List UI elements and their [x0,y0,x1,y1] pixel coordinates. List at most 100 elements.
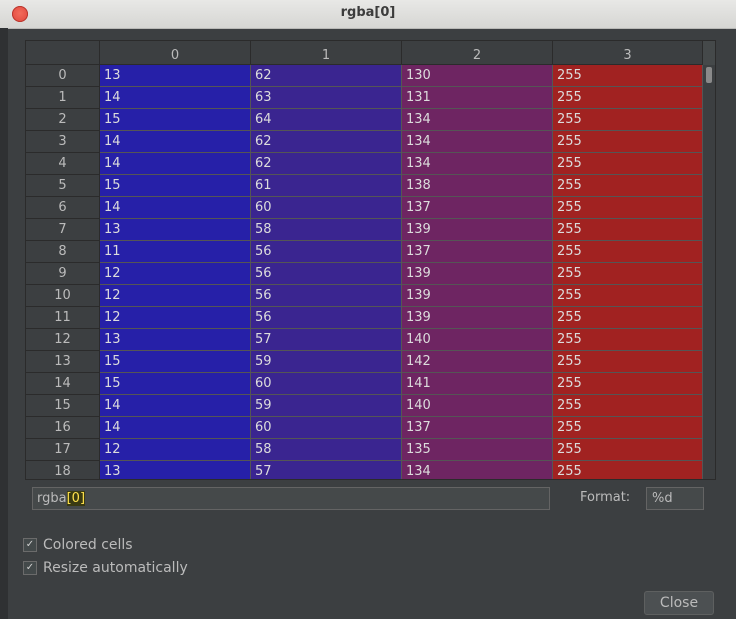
table-cell[interactable]: 15 [100,175,251,197]
table-cell[interactable]: 12 [100,285,251,307]
resize-automatically-checkbox[interactable]: ✓ [23,561,37,575]
table-cell[interactable]: 15 [100,351,251,373]
scrollbar-thumb[interactable] [706,67,712,83]
row-header[interactable]: 4 [26,153,100,175]
row-header[interactable]: 8 [26,241,100,263]
table-cell[interactable]: 255 [553,263,703,285]
row-header[interactable]: 18 [26,461,100,479]
table-cell[interactable]: 60 [251,417,402,439]
table-cell[interactable]: 255 [553,417,703,439]
table-cell[interactable]: 62 [251,153,402,175]
table-cell[interactable]: 140 [402,395,553,417]
column-header[interactable]: 3 [553,41,703,65]
table-cell[interactable]: 15 [100,109,251,131]
table-cell[interactable]: 62 [251,65,402,87]
table-cell[interactable]: 255 [553,461,703,479]
table-cell[interactable]: 14 [100,131,251,153]
resize-automatically-option[interactable]: ✓ Resize automatically [23,559,188,577]
table-cell[interactable]: 56 [251,285,402,307]
table-cell[interactable]: 13 [100,65,251,87]
table-cell[interactable]: 255 [553,65,703,87]
table-cell[interactable]: 140 [402,329,553,351]
table-cell[interactable]: 135 [402,439,553,461]
table-cell[interactable]: 141 [402,373,553,395]
table-cell[interactable]: 134 [402,153,553,175]
table-cell[interactable]: 14 [100,417,251,439]
format-input[interactable]: %d [646,487,704,510]
table-cell[interactable]: 14 [100,87,251,109]
table-cell[interactable]: 134 [402,461,553,479]
row-header[interactable]: 9 [26,263,100,285]
table-cell[interactable]: 130 [402,65,553,87]
colored-cells-option[interactable]: ✓ Colored cells [23,536,133,554]
row-header[interactable]: 16 [26,417,100,439]
row-header[interactable]: 7 [26,219,100,241]
table-cell[interactable]: 255 [553,241,703,263]
column-header[interactable]: 2 [402,41,553,65]
table-cell[interactable]: 255 [553,351,703,373]
table-cell[interactable]: 255 [553,219,703,241]
table-cell[interactable]: 255 [553,197,703,219]
table-cell[interactable]: 59 [251,395,402,417]
table-cell[interactable]: 255 [553,131,703,153]
table-cell[interactable]: 139 [402,263,553,285]
table-cell[interactable]: 57 [251,461,402,479]
table-cell[interactable]: 137 [402,197,553,219]
column-header[interactable]: 1 [251,41,402,65]
table-cell[interactable]: 60 [251,373,402,395]
row-header[interactable]: 11 [26,307,100,329]
table-cell[interactable]: 255 [553,307,703,329]
row-header[interactable]: 17 [26,439,100,461]
table-cell[interactable]: 14 [100,197,251,219]
table-cell[interactable]: 13 [100,461,251,479]
table-cell[interactable]: 12 [100,263,251,285]
table-cell[interactable]: 134 [402,109,553,131]
row-header[interactable]: 0 [26,65,100,87]
table-cell[interactable]: 139 [402,219,553,241]
column-header[interactable]: 0 [100,41,251,65]
table-cell[interactable]: 12 [100,307,251,329]
table-cell[interactable]: 255 [553,395,703,417]
table-cell[interactable]: 58 [251,219,402,241]
row-header[interactable]: 1 [26,87,100,109]
table-cell[interactable]: 255 [553,285,703,307]
table-cell[interactable]: 138 [402,175,553,197]
table-cell[interactable]: 56 [251,307,402,329]
table-cell[interactable]: 255 [553,153,703,175]
row-header[interactable]: 10 [26,285,100,307]
vertical-scrollbar[interactable] [703,65,715,479]
table-cell[interactable]: 58 [251,439,402,461]
table-cell[interactable]: 255 [553,373,703,395]
table-cell[interactable]: 255 [553,87,703,109]
table-cell[interactable]: 14 [100,153,251,175]
table-cell[interactable]: 139 [402,307,553,329]
table-cell[interactable]: 255 [553,175,703,197]
row-header[interactable]: 5 [26,175,100,197]
row-header[interactable]: 15 [26,395,100,417]
table-cell[interactable]: 14 [100,395,251,417]
table-cell[interactable]: 131 [402,87,553,109]
table-cell[interactable]: 12 [100,439,251,461]
row-header[interactable]: 3 [26,131,100,153]
table-cell[interactable]: 137 [402,241,553,263]
table-cell[interactable]: 64 [251,109,402,131]
row-header[interactable]: 12 [26,329,100,351]
table-cell[interactable]: 56 [251,241,402,263]
table-cell[interactable]: 11 [100,241,251,263]
row-header[interactable]: 6 [26,197,100,219]
table-cell[interactable]: 142 [402,351,553,373]
row-header[interactable]: 2 [26,109,100,131]
table-cell[interactable]: 255 [553,329,703,351]
table-cell[interactable]: 59 [251,351,402,373]
table-cell[interactable]: 62 [251,131,402,153]
table-cell[interactable]: 60 [251,197,402,219]
table-cell[interactable]: 63 [251,87,402,109]
row-header[interactable]: 14 [26,373,100,395]
table-cell[interactable]: 255 [553,109,703,131]
table-cell[interactable]: 15 [100,373,251,395]
table-cell[interactable]: 255 [553,439,703,461]
table-cell[interactable]: 139 [402,285,553,307]
table-cell[interactable]: 56 [251,263,402,285]
table-cell[interactable]: 137 [402,417,553,439]
expression-input[interactable]: rgba[0] [32,487,550,510]
